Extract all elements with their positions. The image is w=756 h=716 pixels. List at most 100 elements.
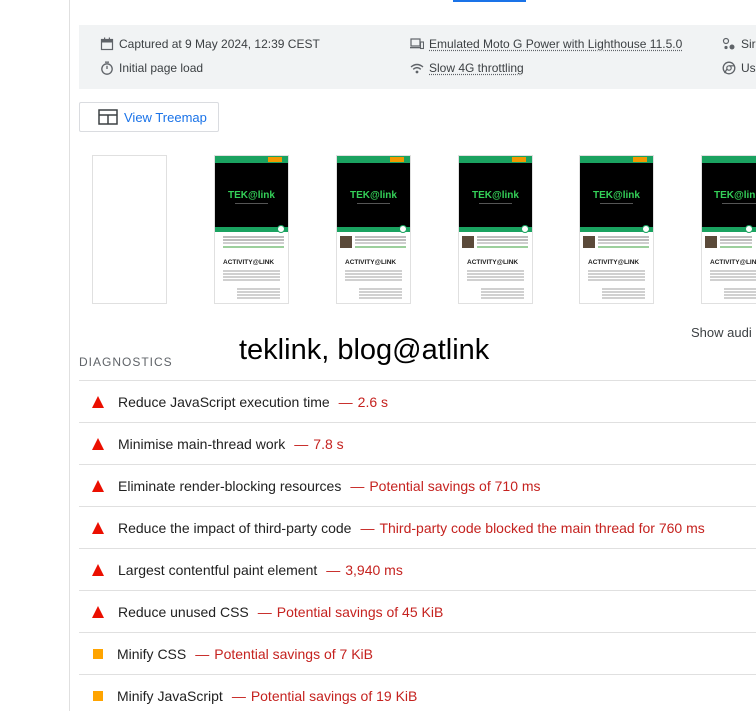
fail-triangle-icon: [92, 437, 104, 450]
browser-info-text: Us: [741, 61, 756, 75]
frame-topbar: [702, 156, 756, 163]
audit-value: Third-party code blocked the main thread…: [379, 519, 705, 536]
frame-logo: TEK@link: [593, 190, 640, 201]
show-audits-filter[interactable]: Show audi: [691, 325, 752, 340]
frame-paragraph: [223, 270, 280, 272]
runtime-settings: Captured at 9 May 2024, 12:39 CEST Initi…: [79, 25, 756, 89]
view-treemap-label[interactable]: View Treemap: [124, 110, 207, 125]
audit-row[interactable]: Minify JavaScript — Potential savings of…: [79, 674, 756, 716]
average-square-icon: [93, 648, 103, 659]
audit-separator: —: [294, 435, 309, 452]
fail-triangle-icon: [92, 395, 104, 408]
audit-row[interactable]: Reduce JavaScript execution time — 2.6 s: [79, 380, 756, 422]
audit-separator: —: [195, 645, 210, 662]
frame-news: [580, 232, 653, 254]
audit-separator: —: [231, 687, 246, 704]
audit-title: Reduce JavaScript execution time: [118, 393, 330, 410]
frame-heading: ACTIVITY@LINK: [588, 259, 640, 266]
fail-triangle-icon: [92, 605, 104, 618]
fail-triangle-icon: [92, 563, 104, 576]
filmstrip-frame: TEK@link ACTIVITY@LINK: [214, 155, 289, 304]
frame-logo: TEK@link: [228, 190, 275, 201]
captured-at-text: Captured at 9 May 2024, 12:39 CEST: [119, 37, 320, 51]
frame-topbar: [459, 156, 532, 163]
frame-hero: TEK@link: [580, 163, 653, 227]
link-underline-fragment: [453, 0, 526, 2]
diagnostics-heading: DIAGNOSTICS: [79, 355, 173, 369]
frame-paragraph: [467, 270, 524, 272]
session-info-text: Sir: [741, 37, 756, 51]
audit-value: 3,940 ms: [345, 561, 403, 578]
audit-separator: —: [338, 393, 353, 410]
audit-row[interactable]: Reduce unused CSS — Potential savings of…: [79, 590, 756, 632]
audit-title: Reduce unused CSS: [118, 603, 249, 620]
timer-icon: [101, 61, 113, 75]
audit-title: Minify CSS: [117, 645, 187, 662]
audit-separator: —: [350, 477, 365, 494]
frame-news: [459, 232, 532, 254]
audit-title: Minimise main-thread work: [118, 435, 286, 452]
diagnostics-list: Reduce JavaScript execution time — 2.6 s…: [79, 380, 756, 716]
frame-heading: ACTIVITY@LINK: [710, 259, 756, 266]
frame-heading: ACTIVITY@LINK: [467, 259, 519, 266]
audit-separator: —: [326, 561, 341, 578]
filmstrip-frame: TEK@link ACTIVITY@LINK: [579, 155, 654, 304]
frame-bullets: [724, 288, 756, 290]
average-square-icon: [93, 690, 103, 701]
audit-separator: —: [360, 519, 375, 536]
audit-title: Reduce the impact of third-party code: [118, 519, 352, 536]
frame-bullets: [602, 288, 645, 290]
filmstrip-frame: TEK@link ACTIVITY@LINK: [701, 155, 756, 304]
audit-title: Eliminate render-blocking resources: [118, 477, 342, 494]
audit-row[interactable]: Eliminate render-blocking resources — Po…: [79, 464, 756, 506]
devices-icon: [410, 38, 424, 50]
frame-news: [215, 232, 288, 254]
session-icon: [722, 37, 735, 50]
load-type-text: Initial page load: [119, 61, 204, 75]
fail-triangle-icon: [92, 521, 104, 534]
frame-bullets: [481, 288, 524, 290]
audit-value: Potential savings of 45 KiB: [276, 603, 444, 620]
browser-info: Us: [722, 61, 756, 75]
frame-paragraph: [710, 270, 756, 272]
frame-topbar: [580, 156, 653, 163]
load-type: Initial page load: [100, 61, 203, 75]
frame-bullets: [237, 288, 280, 290]
device-emulation-text[interactable]: Emulated Moto G Power with Lighthouse 11…: [429, 37, 682, 51]
frame-heading: ACTIVITY@LINK: [223, 259, 275, 266]
frame-paragraph: [345, 270, 402, 272]
frame-bullets: [359, 288, 402, 290]
frame-news: [702, 232, 756, 254]
audit-value: 2.6 s: [357, 393, 389, 410]
wifi-icon: [410, 63, 424, 74]
overlay-caption: teklink, blog@atlink: [239, 334, 490, 366]
calendar-icon: [100, 37, 114, 51]
score-fragment: [118, 0, 178, 3]
audit-row[interactable]: Reduce the impact of third-party code — …: [79, 506, 756, 548]
audit-value: 7.8 s: [313, 435, 344, 452]
frame-news: [337, 232, 410, 254]
device-emulation[interactable]: Emulated Moto G Power with Lighthouse 11…: [410, 37, 682, 51]
frame-logo: TEK@link: [350, 190, 397, 201]
filmstrip-frame-blank: [92, 155, 167, 304]
fail-triangle-icon: [92, 479, 104, 492]
frame-logo: TEK@link: [472, 190, 519, 201]
frame-topbar: [337, 156, 410, 163]
captured-at: Captured at 9 May 2024, 12:39 CEST: [100, 37, 320, 51]
frame-hero: TEK@link: [702, 163, 756, 227]
frame-heading: ACTIVITY@LINK: [345, 259, 397, 266]
frame-hero: TEK@link: [215, 163, 288, 227]
frame-topbar: [215, 156, 288, 163]
audit-row[interactable]: Largest contentful paint element — 3,940…: [79, 548, 756, 590]
frame-paragraph: [588, 270, 645, 272]
frame-hero: TEK@link: [459, 163, 532, 227]
filmstrip-frame: TEK@link ACTIVITY@LINK: [336, 155, 411, 304]
audit-title: Minify JavaScript: [117, 687, 223, 704]
network-throttling[interactable]: Slow 4G throttling: [410, 61, 524, 75]
view-treemap-button[interactable]: View Treemap: [79, 102, 219, 132]
network-throttling-text[interactable]: Slow 4G throttling: [429, 61, 524, 75]
session-info: Sir: [722, 37, 756, 51]
audit-row[interactable]: Minify CSS — Potential savings of 7 KiB: [79, 632, 756, 674]
audit-row[interactable]: Minimise main-thread work — 7.8 s: [79, 422, 756, 464]
report-left-border: [69, 0, 70, 711]
